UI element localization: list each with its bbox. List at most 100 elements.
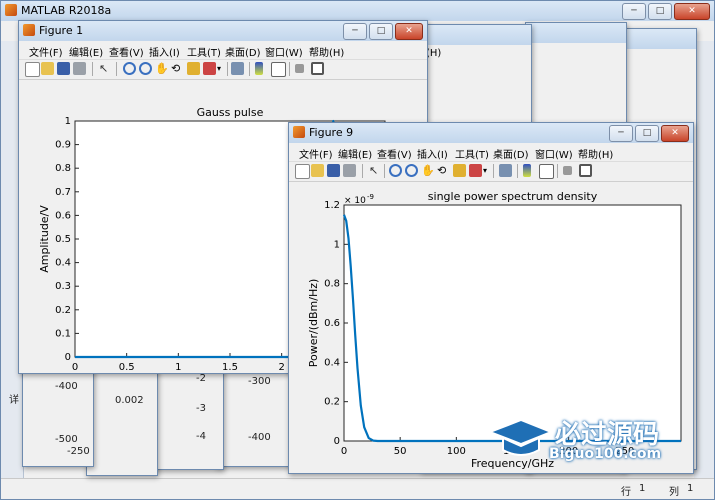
print-icon[interactable] <box>343 164 356 177</box>
maximize-button[interactable]: □ <box>635 125 659 142</box>
brush-icon[interactable] <box>203 62 216 75</box>
menu-desktop[interactable]: 桌面(D) <box>225 44 261 59</box>
close-button[interactable]: ✕ <box>395 23 423 40</box>
pan-icon[interactable]: ✋ <box>155 62 169 75</box>
menu-insert[interactable]: 插入(I) <box>149 44 180 59</box>
y-tick-label: 0.3 <box>55 281 71 292</box>
bg-menu-fragment: (H) <box>426 48 442 59</box>
menu-help[interactable]: 帮助(H) <box>578 146 613 161</box>
hide-plot-tools-icon[interactable] <box>295 64 304 73</box>
x-tick-label: 2 <box>278 362 284 373</box>
rotate-icon[interactable]: ⟲ <box>437 164 450 177</box>
legend-icon[interactable] <box>271 62 286 77</box>
menu-edit[interactable]: 编辑(E) <box>338 146 372 161</box>
y-tick-label: 0.4 <box>324 357 340 368</box>
brush-icon[interactable] <box>469 164 482 177</box>
save-icon[interactable] <box>57 62 70 75</box>
menu-desktop[interactable]: 桌面(D) <box>493 146 529 161</box>
show-plot-tools-icon[interactable] <box>311 62 324 75</box>
hide-plot-tools-icon[interactable] <box>563 166 572 175</box>
figure-9-toolbar: ↖ ✋ ⟲ ▾ <box>289 161 693 182</box>
x-tick-label: 1 <box>175 362 181 373</box>
show-plot-tools-icon[interactable] <box>579 164 592 177</box>
menu-window[interactable]: 窗口(W) <box>265 44 303 59</box>
left-panel-label: 详 <box>9 395 19 406</box>
y-tick-label: 0.2 <box>55 305 71 316</box>
bg-tick-label: -2 <box>196 373 206 384</box>
rotate-icon[interactable]: ⟲ <box>171 62 184 75</box>
y-tick-label: 0.2 <box>324 397 340 408</box>
menu-insert[interactable]: 插入(I) <box>417 146 448 161</box>
bg-tick-label: -4 <box>196 431 206 442</box>
x-tick-label: 1.5 <box>222 362 238 373</box>
graduation-cap-logo <box>487 418 554 456</box>
main-title-bar: MATLAB R2018a ─ □ ✕ <box>1 1 714 21</box>
pan-icon[interactable]: ✋ <box>421 164 435 177</box>
print-icon[interactable] <box>73 62 86 75</box>
close-button[interactable]: ✕ <box>674 3 710 20</box>
matlab-figure-icon <box>293 126 305 138</box>
y-tick-label: 0 <box>65 352 71 363</box>
y-tick-label: 0.5 <box>55 234 71 245</box>
pointer-icon[interactable]: ↖ <box>369 164 382 177</box>
minimize-button[interactable]: ─ <box>609 125 633 142</box>
y-tick-label: 0 <box>334 436 340 447</box>
new-figure-icon[interactable] <box>295 164 310 179</box>
brush-dropdown-icon[interactable]: ▾ <box>217 62 224 75</box>
menu-tools[interactable]: 工具(T) <box>187 44 221 59</box>
brush-dropdown-icon[interactable]: ▾ <box>483 164 490 177</box>
minimize-button[interactable]: ─ <box>343 23 367 40</box>
y-tick-label: 0.4 <box>55 258 71 269</box>
figure-9-title: Figure 9 <box>309 126 354 139</box>
figure-1-menubar: 文件(F) 编辑(E) 查看(V) 插入(I) 工具(T) 桌面(D) 窗口(W… <box>19 41 427 59</box>
menu-tools[interactable]: 工具(T) <box>455 146 489 161</box>
toolbar-separator <box>557 164 558 178</box>
new-figure-icon[interactable] <box>25 62 40 77</box>
menu-edit[interactable]: 编辑(E) <box>69 44 103 59</box>
zoom-in-icon[interactable] <box>389 164 402 177</box>
bg-tick-label: -400 <box>248 432 271 443</box>
open-file-icon[interactable] <box>311 164 324 177</box>
right-panel <box>694 41 714 481</box>
toolbar-separator <box>92 62 93 76</box>
status-row-value: 1 <box>639 483 646 494</box>
y-exponent-power: -9 <box>367 193 374 201</box>
y-tick-label: 0.1 <box>55 328 71 339</box>
app-title: MATLAB R2018a <box>21 4 112 17</box>
watermark-url: Biguo100.com <box>549 446 662 462</box>
colorbar-icon[interactable] <box>255 62 263 75</box>
matlab-figure-icon <box>23 24 35 36</box>
save-icon[interactable] <box>327 164 340 177</box>
menu-file[interactable]: 文件(F) <box>29 44 63 59</box>
bg-tick-label: 0.002 <box>115 395 144 406</box>
pointer-icon[interactable]: ↖ <box>99 62 112 75</box>
menu-view[interactable]: 查看(V) <box>109 44 144 59</box>
minimize-button[interactable]: ─ <box>622 3 646 20</box>
close-button[interactable]: ✕ <box>661 125 689 142</box>
toolbar-separator <box>493 164 494 178</box>
axes-box <box>343 204 682 442</box>
maximize-button[interactable]: □ <box>648 3 672 20</box>
data-cursor-icon[interactable] <box>453 164 466 177</box>
y-axis-label: Amplitude/V <box>38 205 51 273</box>
menu-window[interactable]: 窗口(W) <box>535 146 573 161</box>
toolbar-separator <box>289 62 290 76</box>
menu-view[interactable]: 查看(V) <box>377 146 412 161</box>
data-cursor-icon[interactable] <box>187 62 200 75</box>
zoom-out-icon[interactable] <box>405 164 418 177</box>
figure-1-title: Figure 1 <box>39 24 84 37</box>
legend-icon[interactable] <box>539 164 554 179</box>
menu-help[interactable]: 帮助(H) <box>309 44 344 59</box>
menu-file[interactable]: 文件(F) <box>299 146 333 161</box>
toolbar-separator <box>362 164 363 178</box>
toolbar-separator <box>384 164 385 178</box>
open-file-icon[interactable] <box>41 62 54 75</box>
link-icon[interactable] <box>499 164 512 177</box>
maximize-button[interactable]: □ <box>369 23 393 40</box>
colorbar-icon[interactable] <box>523 164 531 177</box>
zoom-in-icon[interactable] <box>123 62 136 75</box>
y-tick-label: 1.2 <box>324 200 340 211</box>
zoom-out-icon[interactable] <box>139 62 152 75</box>
y-tick-label: 1 <box>334 239 340 250</box>
link-icon[interactable] <box>231 62 244 75</box>
